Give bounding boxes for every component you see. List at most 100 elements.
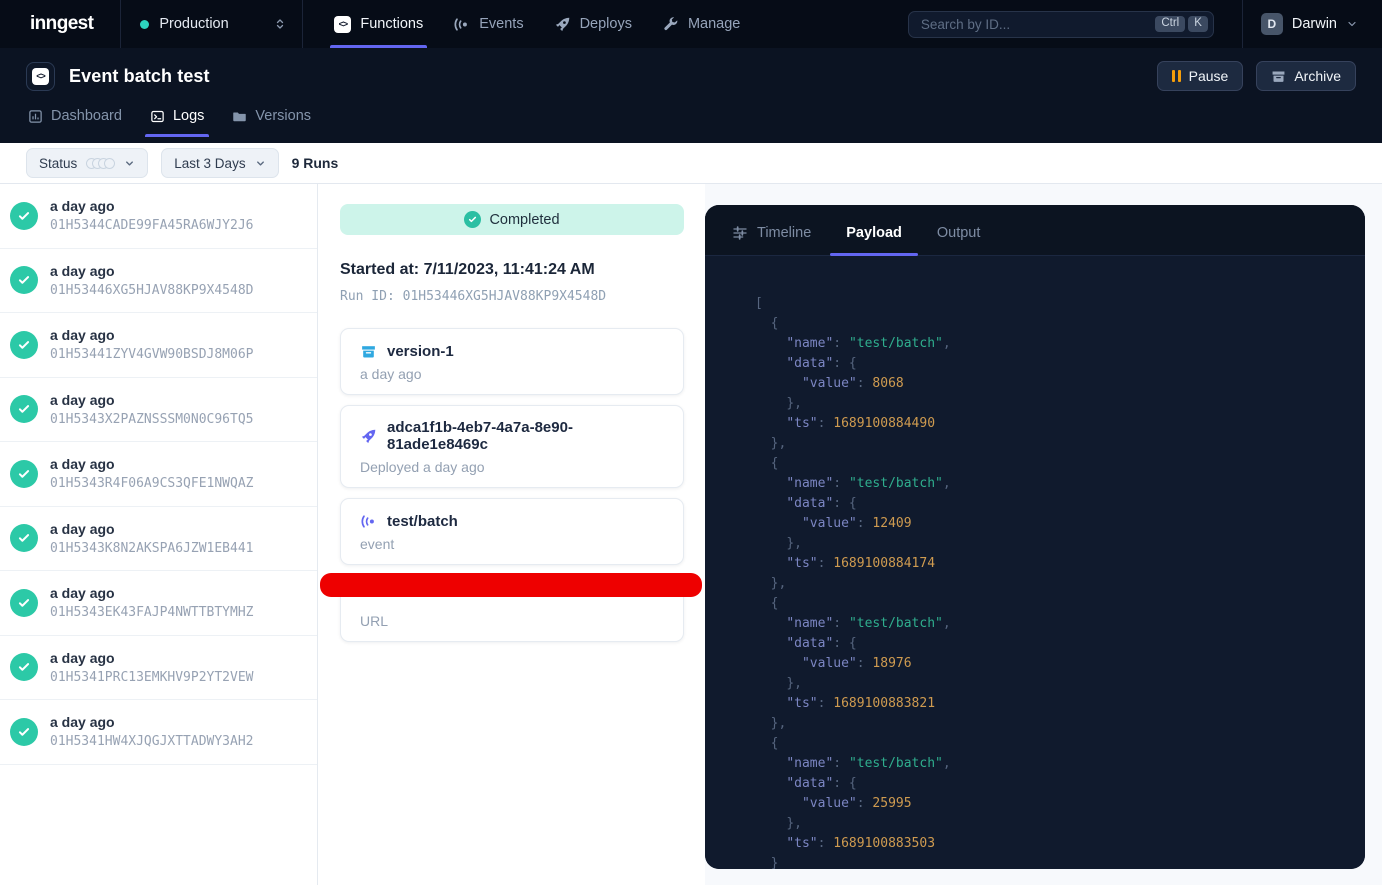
- dashboard-icon: [28, 109, 43, 124]
- check-circle-icon: [10, 266, 38, 294]
- run-detail-panel: Timeline Payload Output [ { "name": "tes…: [705, 205, 1365, 869]
- events-icon: [453, 16, 470, 33]
- tab-label: Versions: [255, 108, 311, 124]
- nav-tab-manage[interactable]: Manage: [647, 0, 755, 48]
- chevron-down-icon: [255, 158, 266, 169]
- functions-icon: <>: [334, 16, 351, 33]
- payload-viewer[interactable]: [ { "name": "test/batch", "data": { "val…: [705, 256, 1365, 869]
- user-name: Darwin: [1292, 16, 1337, 32]
- run-list-item[interactable]: a day ago 01H5343EK43FAJP4NWTTBTYMHZ: [0, 571, 317, 636]
- deploy-card-subtitle: Deployed a day ago: [360, 459, 664, 475]
- main-content: a day ago 01H5344CADE99FA45RA6WJY2J6 a d…: [0, 184, 1382, 885]
- detail-tabs: Timeline Payload Output: [705, 205, 1365, 256]
- tab-logs[interactable]: Logs: [150, 108, 204, 137]
- tab-label: Dashboard: [51, 108, 122, 124]
- folder-icon: [232, 109, 247, 124]
- nav-tab-deploys[interactable]: Deploys: [539, 0, 647, 48]
- status-badge-label: Completed: [489, 212, 559, 228]
- status-circles-icon: [86, 158, 115, 169]
- pause-icon: [1172, 70, 1181, 82]
- archive-icon: [1271, 69, 1286, 84]
- environment-selector[interactable]: Production: [121, 16, 302, 32]
- tab-versions[interactable]: Versions: [232, 108, 311, 137]
- run-id: 01H5343R4F06A9CS3QFE1NWQAZ: [50, 476, 254, 491]
- archive-button-label: Archive: [1294, 68, 1341, 84]
- payload-json: [ { "name": "test/batch", "data": { "val…: [755, 294, 1345, 869]
- version-card[interactable]: version-1 a day ago: [340, 328, 684, 395]
- run-list-item[interactable]: a day ago 01H5341HW4XJQGJXTTADWY3AH2: [0, 700, 317, 765]
- version-card-title: version-1: [387, 343, 454, 360]
- run-id: 01H5343EK43FAJP4NWTTBTYMHZ: [50, 605, 254, 620]
- nav-tab-label: Deploys: [580, 16, 632, 32]
- nav-tab-label: Functions: [360, 16, 423, 32]
- logs-icon: [150, 109, 165, 124]
- run-id: 01H5341HW4XJQGJXTTADWY3AH2: [50, 734, 254, 749]
- run-list-item[interactable]: a day ago 01H5343X2PAZNSSSM0N0C96TQ5: [0, 378, 317, 443]
- started-at: Started at: 7/11/2023, 11:41:24 AM: [340, 261, 684, 279]
- kbd-ctrl: Ctrl: [1155, 16, 1185, 33]
- check-circle-icon: [10, 653, 38, 681]
- pause-button-label: Pause: [1189, 68, 1229, 84]
- pause-button[interactable]: Pause: [1157, 61, 1244, 91]
- tab-timeline[interactable]: Timeline: [732, 225, 811, 255]
- detail-tab-label: Timeline: [757, 225, 811, 241]
- detail-tab-label: Payload: [846, 225, 902, 241]
- tab-payload[interactable]: Payload: [846, 225, 902, 255]
- nav-tab-events[interactable]: Events: [438, 0, 538, 48]
- check-circle-icon: [464, 211, 481, 228]
- archive-button[interactable]: Archive: [1256, 61, 1356, 91]
- deploy-card[interactable]: adca1f1b-4eb7-4a7a-8e90-81ade1e8469c Dep…: [340, 405, 684, 488]
- search-input[interactable]: [921, 17, 1152, 32]
- run-time: a day ago: [50, 263, 254, 279]
- run-id: 01H53446XG5HJAV88KP9X4548D: [50, 283, 254, 298]
- run-time: a day ago: [50, 585, 254, 601]
- run-id: 01H5343K8N2AKSPA6JZW1EB441: [50, 541, 254, 556]
- unfold-chevron-icon: [274, 18, 286, 30]
- url-card-subtitle: URL: [360, 613, 664, 629]
- tab-output[interactable]: Output: [937, 225, 981, 255]
- nav-tab-functions[interactable]: <> Functions: [319, 0, 438, 48]
- check-circle-icon: [10, 718, 38, 746]
- run-time: a day ago: [50, 650, 254, 666]
- run-list-item[interactable]: a day ago 01H5343R4F06A9CS3QFE1NWQAZ: [0, 442, 317, 507]
- run-id: 01H53441ZYV4GVW90BSDJ8M06P: [50, 347, 254, 362]
- event-card[interactable]: test/batch event: [340, 498, 684, 565]
- run-id-line: Run ID: 01H53446XG5HJAV88KP9X4548D: [340, 289, 684, 304]
- chevron-down-icon: [1346, 18, 1358, 30]
- run-time: a day ago: [50, 198, 254, 214]
- search-bar[interactable]: Ctrl K: [908, 11, 1214, 38]
- run-list-item[interactable]: a day ago 01H53441ZYV4GVW90BSDJ8M06P: [0, 313, 317, 378]
- version-card-subtitle: a day ago: [360, 366, 664, 382]
- status-filter-dropdown[interactable]: Status: [26, 148, 148, 178]
- run-list-item[interactable]: a day ago 01H5343K8N2AKSPA6JZW1EB441: [0, 507, 317, 572]
- environment-label: Production: [159, 16, 264, 32]
- rocket-icon: [360, 428, 377, 445]
- check-circle-icon: [10, 524, 38, 552]
- redaction-bar: [320, 573, 702, 597]
- check-circle-icon: [10, 460, 38, 488]
- event-card-title: test/batch: [387, 513, 458, 530]
- box-icon: [360, 343, 377, 360]
- event-card-subtitle: event: [360, 536, 664, 552]
- run-list-item[interactable]: a day ago 01H53446XG5HJAV88KP9X4548D: [0, 249, 317, 314]
- top-nav: inngest Production <> Functions Events D…: [0, 0, 1382, 48]
- run-time: a day ago: [50, 327, 254, 343]
- function-header: <> Event batch test Pause Archive Dashbo…: [0, 48, 1382, 143]
- run-list-item[interactable]: a day ago 01H5341PRC13EMKHV9P2YT2VEW: [0, 636, 317, 701]
- event-icon: [360, 513, 377, 530]
- inngest-logo[interactable]: inngest: [0, 13, 120, 35]
- filter-bar: Status Last 3 Days 9 Runs: [0, 143, 1382, 184]
- tab-dashboard[interactable]: Dashboard: [28, 108, 122, 137]
- function-tabs: Dashboard Logs Versions: [26, 108, 1356, 137]
- check-circle-icon: [10, 589, 38, 617]
- time-range-label: Last 3 Days: [174, 156, 245, 171]
- wrench-icon: [662, 16, 679, 33]
- sliders-icon: [732, 225, 748, 241]
- run-list-item[interactable]: a day ago 01H5344CADE99FA45RA6WJY2J6: [0, 184, 317, 249]
- user-menu[interactable]: D Darwin: [1243, 13, 1382, 35]
- environment-status-dot: [140, 20, 149, 29]
- time-range-dropdown[interactable]: Last 3 Days: [161, 148, 278, 178]
- kbd-k: K: [1188, 16, 1208, 33]
- check-circle-icon: [10, 331, 38, 359]
- run-id: 01H5343X2PAZNSSSM0N0C96TQ5: [50, 412, 254, 427]
